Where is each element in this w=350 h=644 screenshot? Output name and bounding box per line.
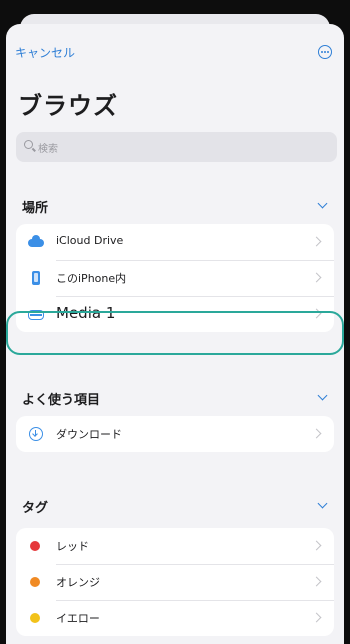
nav-bar: キャンセル: [6, 24, 344, 68]
chevron-down-icon: [317, 498, 328, 509]
list-item-tag-red[interactable]: レッド: [16, 528, 334, 564]
list-item-label: オレンジ: [56, 576, 100, 589]
chevron-down-icon: [317, 198, 328, 209]
list-item-label: Media 1: [56, 304, 116, 322]
list-item-label: iCloud Drive: [56, 234, 124, 247]
list-item-icloud-drive[interactable]: iCloud Drive: [16, 224, 334, 260]
external-drive-icon: [28, 307, 44, 323]
search-placeholder: 検索: [38, 144, 58, 155]
list-item-on-my-iphone[interactable]: このiPhone内: [16, 260, 334, 296]
tag-dot-red-icon: [28, 538, 44, 554]
list-item-media-1[interactable]: Media 1: [16, 296, 334, 332]
cancel-button[interactable]: キャンセル: [15, 44, 75, 61]
download-icon: [28, 426, 44, 442]
chevron-right-icon: [311, 576, 322, 587]
chevron-down-icon: [317, 390, 328, 401]
chevron-right-icon: [311, 428, 322, 439]
list-item-tag-orange[interactable]: オレンジ: [16, 564, 334, 600]
tags-list: レッド オレンジ イエロー: [16, 528, 334, 636]
search-field[interactable]: 検索: [16, 132, 337, 162]
iphone-icon: [28, 270, 44, 286]
section-header-tags[interactable]: タグ: [18, 494, 332, 516]
favorites-list: ダウンロード: [16, 416, 334, 452]
chevron-right-icon: [311, 272, 322, 283]
chevron-right-icon: [311, 308, 322, 319]
section-title-favorites: よく使う項目: [22, 393, 101, 408]
ellipsis-circle-icon[interactable]: [318, 45, 332, 59]
section-title-locations: 場所: [22, 201, 49, 216]
section-title-tags: タグ: [22, 501, 49, 516]
browse-sheet: キャンセル ブラウズ 検索 場所 iCloud Drive このiPhone内 …: [6, 24, 344, 644]
list-item-tag-yellow[interactable]: イエロー: [16, 600, 334, 636]
section-header-favorites[interactable]: よく使う項目: [18, 386, 332, 408]
list-item-downloads[interactable]: ダウンロード: [16, 416, 334, 452]
page-title: ブラウズ: [18, 92, 118, 120]
search-icon: [24, 140, 33, 149]
chevron-right-icon: [311, 612, 322, 623]
chevron-right-icon: [311, 236, 322, 247]
list-item-label: ダウンロード: [56, 428, 122, 441]
icloud-icon: [28, 234, 44, 250]
chevron-right-icon: [311, 540, 322, 551]
list-item-label: このiPhone内: [56, 272, 127, 285]
list-item-label: イエロー: [56, 612, 100, 625]
tag-dot-yellow-icon: [28, 610, 44, 626]
locations-list: iCloud Drive このiPhone内 Media 1: [16, 224, 334, 332]
section-header-locations[interactable]: 場所: [18, 194, 332, 216]
tag-dot-orange-icon: [28, 574, 44, 590]
list-item-label: レッド: [56, 540, 89, 553]
